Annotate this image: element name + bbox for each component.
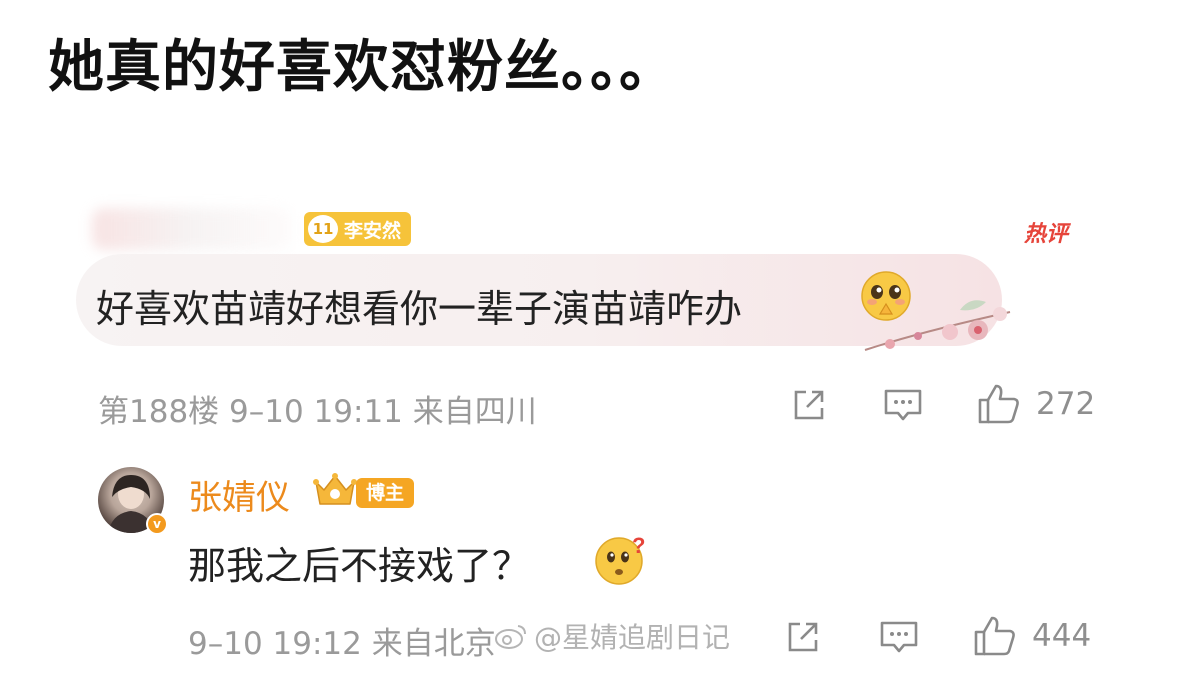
share-icon[interactable] — [790, 386, 828, 424]
comment-icon[interactable] — [882, 386, 924, 424]
thinking-face-icon: ? — [595, 533, 645, 585]
comment-date: 9–10 — [229, 394, 304, 430]
comment-icon[interactable] — [878, 618, 920, 656]
fan-badge-name: 李安然 — [344, 219, 402, 242]
reply-time: 19:12 — [272, 626, 362, 662]
thumbs-up-icon[interactable] — [976, 382, 1022, 426]
comment-time: 19:11 — [313, 394, 403, 430]
like-count: 444 — [1032, 618, 1092, 654]
blogger-badge: 博主 — [356, 478, 415, 508]
author-name[interactable]: 张婧仪 — [188, 470, 290, 519]
comment-location: 来自四川 — [412, 394, 537, 430]
comment-text: 好喜欢苗靖好想看你一辈子演苗靖咋办 — [96, 287, 743, 331]
comment-meta: 第188楼 9–10 19:11 来自四川 — [98, 386, 537, 431]
watermark: @星婧追剧日记 — [494, 616, 730, 656]
reply-location: 来自北京 — [371, 626, 496, 662]
reply-date: 9–10 — [188, 626, 263, 662]
hot-comment-tag: 热评 — [1024, 222, 1069, 247]
like-count: 272 — [1036, 386, 1096, 422]
reply-text: 那我之后不接戏了？ — [188, 544, 531, 588]
blurred-username — [92, 208, 292, 250]
share-icon[interactable] — [784, 618, 822, 656]
pleading-face-icon — [861, 271, 911, 321]
floor-number: 第188楼 — [98, 394, 220, 430]
reply-meta: 9–10 19:12 来自北京 — [188, 618, 496, 663]
verified-icon: v — [146, 513, 168, 535]
fan-level: 11 — [308, 215, 338, 243]
watermark-text: @星婧追剧日记 — [534, 621, 731, 654]
thumbs-up-icon[interactable] — [972, 614, 1018, 658]
screenshot: 她真的好喜欢怼粉丝。。。 11 李安然 热评 好喜欢苗靖好想看你一辈子演苗靖咋办… — [0, 0, 1179, 679]
weibo-logo-icon — [495, 625, 526, 649]
fan-badge[interactable]: 11 李安然 — [304, 212, 412, 246]
svg-text:?: ? — [632, 533, 645, 558]
headline: 她真的好喜欢怼粉丝。。。 — [48, 35, 676, 100]
crown-icon — [313, 473, 357, 505]
